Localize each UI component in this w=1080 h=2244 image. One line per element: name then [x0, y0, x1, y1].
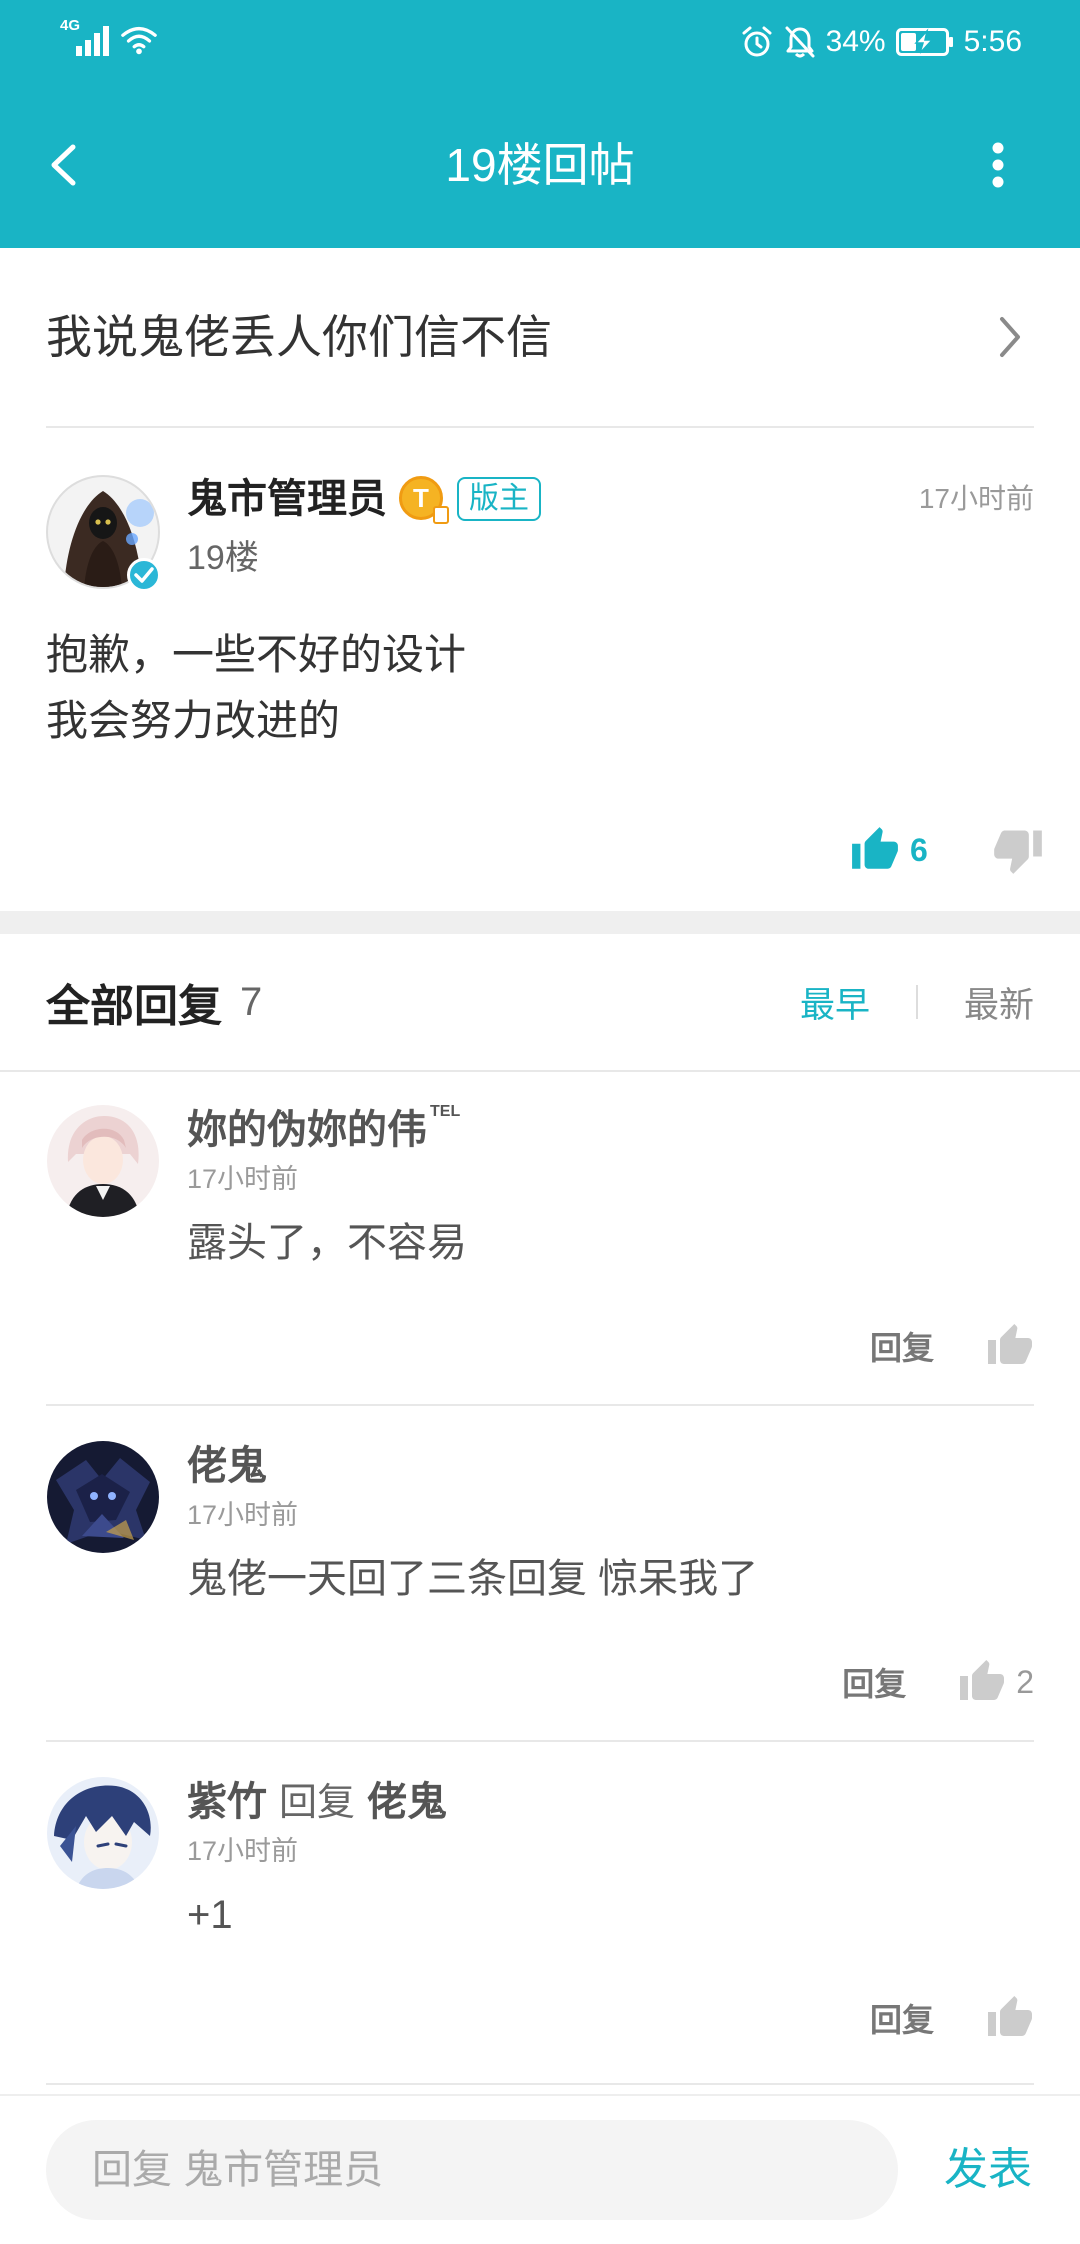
reply-actions: 回复 2: [842, 1656, 1034, 1708]
more-vertical-icon: [992, 142, 1004, 188]
thumb-down-icon[interactable]: [992, 824, 1044, 876]
reply-time: 17小时前: [187, 1836, 299, 1866]
reply-button[interactable]: 回复: [870, 1995, 934, 2041]
chevron-right-icon: [1000, 317, 1020, 357]
battery-charging-icon: [895, 27, 953, 56]
like-count: 2: [1016, 1663, 1034, 1700]
page-title: 19楼回帖: [445, 139, 635, 191]
thumb-up-icon: [988, 1996, 1032, 2036]
reply-author-name[interactable]: 妳的伪妳的伟 TEL: [187, 1100, 460, 1152]
replies-title: 全部回复: [46, 982, 222, 1031]
status-bar: 4G 34% 5:56: [0, 0, 1080, 83]
reply-author-suffix: TEL: [430, 1103, 461, 1120]
thumb-up-icon: [852, 827, 898, 869]
back-arrow-icon: [51, 144, 76, 186]
signal-icon: [76, 26, 109, 56]
clock: 5:56: [963, 25, 1022, 58]
reply-actions: 回复: [870, 1992, 1034, 2044]
reply-avatar[interactable]: [46, 1776, 160, 1890]
submit-button[interactable]: 发表: [944, 2120, 1032, 2220]
like-button[interactable]: [986, 1994, 1034, 2042]
status-right-group: 34% 5:56: [740, 0, 1022, 83]
reply-to-author[interactable]: 佬鬼: [367, 1769, 447, 1827]
more-options-button[interactable]: [968, 133, 1028, 197]
like-button[interactable]: [986, 1322, 1034, 1370]
author-name[interactable]: 鬼市管理员: [187, 474, 387, 524]
reply-to-word: 回复: [279, 1781, 356, 1824]
like-count: 6: [910, 831, 928, 868]
reply-avatar[interactable]: [46, 1104, 160, 1218]
reply-button[interactable]: 回复: [842, 1659, 906, 1705]
sort-tabs: 最早 最新: [800, 934, 1034, 1070]
reply-content: 露头了，不容易: [187, 1221, 467, 1265]
reply-content: 鬼佬一天回了三条回复 惊呆我了: [187, 1557, 759, 1601]
like-button[interactable]: 2: [958, 1658, 1034, 1706]
reply-content: +1: [187, 1893, 233, 1937]
reply-item[interactable]: 紫竹 回复 佬鬼 17小时前 +1 回复: [0, 1742, 1080, 2085]
app-header: 19楼回帖: [0, 83, 1080, 248]
composer-bar: 发表: [0, 2094, 1080, 2244]
divider: [46, 426, 1034, 428]
floor-label: 19楼: [187, 539, 259, 577]
reply-item[interactable]: 佬鬼 17小时前 鬼佬一天回了三条回复 惊呆我了 回复 2: [0, 1406, 1080, 1742]
sort-latest-tab[interactable]: 最新: [964, 977, 1034, 1028]
post-content-line: 我会努力改进的: [46, 697, 341, 744]
thumb-up-icon: [960, 1660, 1005, 1700]
reply-author-name[interactable]: 紫竹 回复 佬鬼: [187, 1772, 447, 1824]
reply-button[interactable]: 回复: [870, 1323, 934, 1369]
reply-author-text: 紫竹: [187, 1780, 267, 1824]
replies-header: 全部回复 7 最早 最新: [0, 934, 1080, 1070]
reply-item[interactable]: 妳的伪妳的伟 TEL 17小时前 露头了，不容易 回复: [0, 1070, 1080, 1406]
verified-badge-icon: [127, 558, 161, 592]
role-tag: 版主: [457, 477, 541, 521]
reply-author-text: 妳的伪妳的伟: [187, 1108, 427, 1152]
wifi-icon: [121, 26, 157, 55]
divider: [46, 2083, 1034, 2085]
sort-earliest-tab[interactable]: 最早: [800, 977, 870, 1028]
reply-author-name[interactable]: 佬鬼: [187, 1436, 267, 1488]
reply-time: 17小时前: [187, 1164, 299, 1194]
back-button[interactable]: [34, 133, 94, 197]
reply-avatar[interactable]: [46, 1440, 160, 1554]
like-button[interactable]: 6: [850, 820, 928, 880]
author-row: 鬼市管理员 T 版主: [187, 474, 541, 524]
replies-count: 7: [240, 979, 263, 1024]
reply-time: 17小时前: [187, 1500, 299, 1530]
badge-lock-icon: [433, 506, 449, 524]
post-time: 17小时前: [918, 483, 1034, 514]
post-content-line: 抱歉，一些不好的设计: [46, 631, 467, 678]
sort-divider: [915, 985, 918, 1019]
reply-author-text: 佬鬼: [187, 1444, 267, 1488]
section-separator: [0, 911, 1080, 934]
reply-actions: 回复: [870, 1320, 1034, 1372]
alarm-icon: [742, 26, 772, 56]
bell-off-icon: [785, 26, 815, 57]
level-badge-icon: T: [399, 476, 449, 524]
thumb-up-icon: [988, 1324, 1032, 1364]
reply-input[interactable]: [46, 2120, 898, 2220]
thread-title-row[interactable]: 我说鬼佬丢人你们信不信: [0, 248, 1080, 426]
post-content: 抱歉，一些不好的设计 我会努力改进的: [46, 622, 466, 754]
thread-title: 我说鬼佬丢人你们信不信: [46, 311, 552, 363]
battery-percent: 34%: [825, 25, 886, 58]
replies-title-group: 全部回复 7: [46, 934, 262, 1070]
